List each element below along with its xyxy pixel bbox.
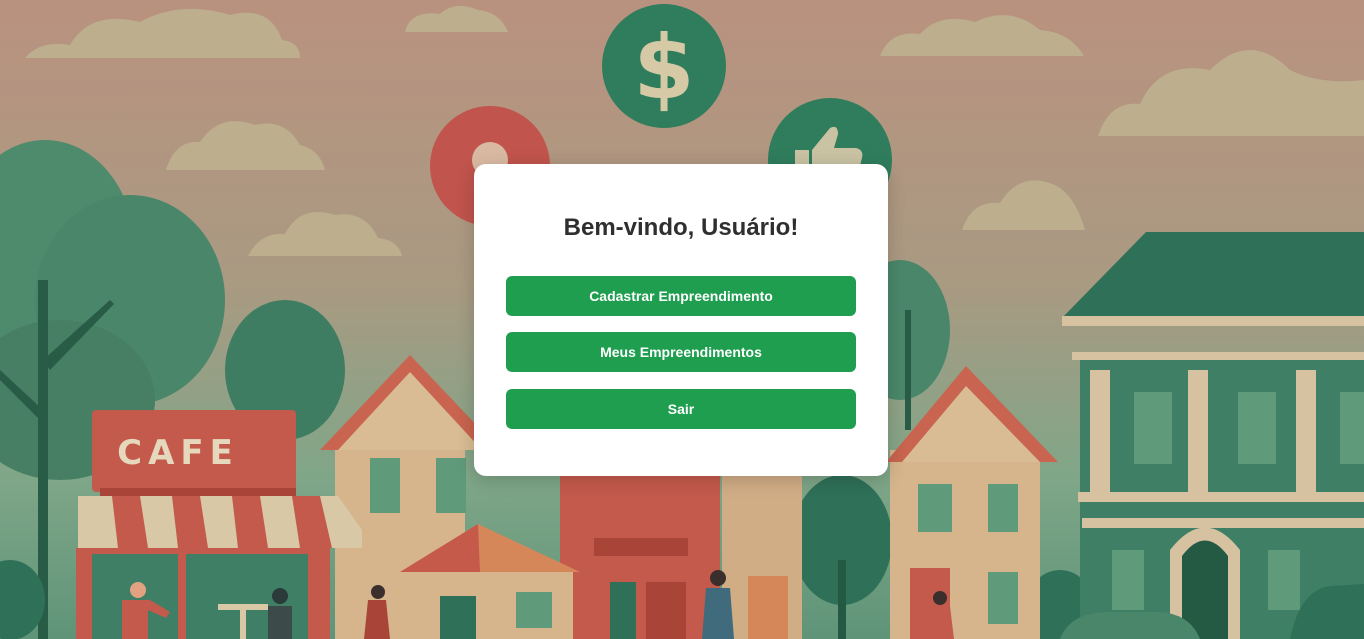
dollar-coin-icon: $: [602, 4, 726, 128]
bank-building: [1060, 232, 1364, 639]
dollar-symbol: $: [633, 16, 694, 119]
my-businesses-button[interactable]: Meus Empreendimentos: [506, 332, 856, 372]
welcome-card: Bem-vindo, Usuário! Cadastrar Empreendim…: [474, 164, 888, 476]
welcome-title: Bem-vindo, Usuário!: [563, 214, 799, 241]
logout-button[interactable]: Sair: [506, 389, 856, 429]
register-business-button[interactable]: Cadastrar Empreendimento: [506, 276, 856, 316]
cafe-sign: CAFE: [117, 433, 239, 473]
